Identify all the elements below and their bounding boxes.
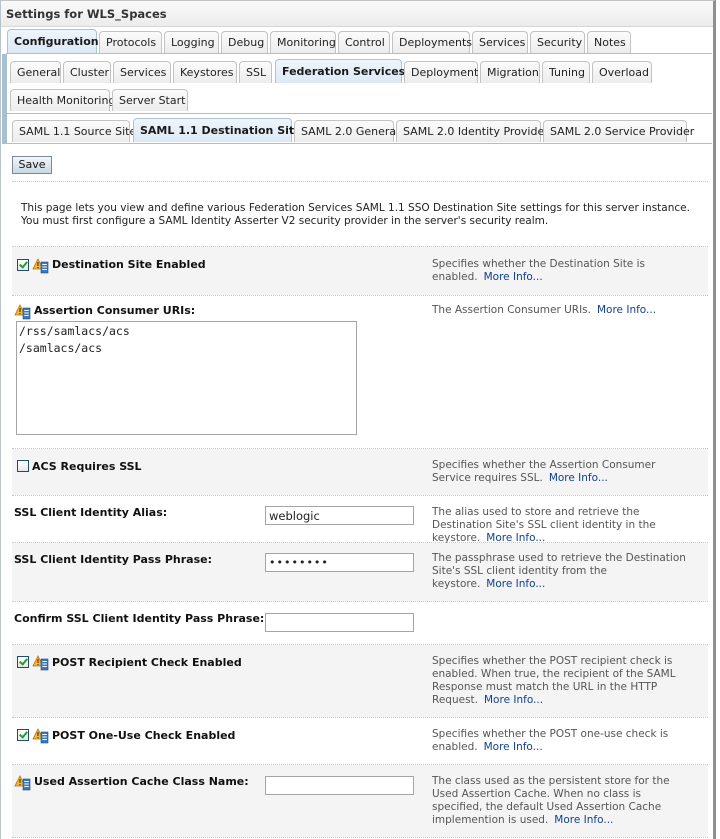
tab-saml20-service-provider[interactable]: SAML 2.0 Service Provider	[543, 120, 694, 142]
more-info-link[interactable]: More Info...	[597, 304, 656, 316]
tab-divider	[6, 53, 712, 54]
tab-saml20-identity-provider[interactable]: SAML 2.0 Identity Provider	[396, 120, 549, 142]
used-assertion-cache-input[interactable]	[265, 776, 414, 795]
destination-site-enabled-help: Specifies whether the Destination Site i…	[432, 258, 690, 284]
post-recipient-check-checkbox[interactable]	[17, 656, 29, 668]
post-one-use-check-checkbox[interactable]	[17, 729, 29, 741]
tab-notes[interactable]: Notes	[587, 31, 631, 53]
tab-tuning[interactable]: Tuning	[542, 61, 590, 83]
save-button[interactable]: Save	[12, 156, 52, 174]
divider	[12, 837, 708, 838]
used-assertion-cache-row: Used Assertion Cache Class Name: The cla…	[12, 765, 708, 837]
more-info-link[interactable]: More Info...	[484, 271, 543, 283]
help-text: Specifies whether the Assertion Consumer…	[432, 459, 656, 484]
confirm-pass-phrase-label: Confirm SSL Client Identity Pass Phrase:	[14, 612, 265, 625]
tab-saml11-destination-site[interactable]: SAML 1.1 Destination Site	[133, 118, 302, 142]
used-assertion-cache-label: Used Assertion Cache Class Name:	[34, 775, 249, 788]
assertion-consumer-uris-label: Assertion Consumer URIs:	[34, 304, 196, 317]
ssl-client-identity-pass-phrase-row: SSL Client Identity Pass Phrase: •••••••…	[12, 543, 708, 601]
tab-overload[interactable]: Overload	[592, 61, 652, 83]
restart-required-icon	[32, 258, 49, 274]
tab-migration[interactable]: Migration	[480, 61, 540, 83]
confirm-pass-phrase-row: Confirm SSL Client Identity Pass Phrase:	[12, 602, 708, 644]
ssl-client-identity-pass-phrase-label: SSL Client Identity Pass Phrase:	[14, 553, 212, 566]
tab-configuration[interactable]: Configuration	[7, 29, 99, 53]
tab-divider	[7, 113, 712, 114]
more-info-link[interactable]: More Info...	[549, 472, 608, 484]
tab-saml11-source-site[interactable]: SAML 1.1 Source Site	[12, 120, 136, 142]
restart-required-icon	[32, 728, 49, 744]
destination-site-enabled-label: Destination Site Enabled	[52, 258, 206, 271]
ssl-client-identity-alias-input[interactable]: weblogic	[265, 506, 414, 525]
tab-security[interactable]: Security	[530, 31, 585, 53]
tab-cluster[interactable]: Cluster	[63, 61, 111, 83]
tab-services[interactable]: Services	[472, 31, 528, 53]
tab-server-start[interactable]: Server Start	[112, 89, 188, 111]
restart-required-icon	[14, 775, 31, 791]
ssl-client-identity-alias-row: SSL Client Identity Alias: weblogic The …	[12, 496, 708, 545]
post-one-use-check-help: Specifies whether the POST one-use check…	[432, 728, 690, 754]
tab-saml20-general[interactable]: SAML 2.0 General	[294, 120, 399, 142]
page-title: Settings for WLS_Spaces	[6, 7, 167, 21]
post-recipient-check-row: POST Recipient Check Enabled Specifies w…	[12, 645, 708, 717]
post-recipient-check-help: Specifies whether the POST recipient che…	[432, 655, 690, 707]
tab-keystores[interactable]: Keystores	[173, 61, 237, 83]
divider	[12, 181, 708, 182]
destination-site-enabled-checkbox[interactable]	[17, 259, 29, 271]
tab-debug[interactable]: Debug	[221, 31, 268, 53]
assertion-consumer-uris-textarea[interactable]: /rss/samlacs/acs /samlacs/acs	[16, 321, 357, 435]
confirm-pass-phrase-input[interactable]	[265, 613, 414, 632]
ssl-client-identity-alias-help: The alias used to store and retrieve the…	[432, 506, 690, 545]
tab-health-monitoring[interactable]: Health Monitoring	[10, 89, 115, 111]
help-text: The class used as the persistent store f…	[432, 775, 670, 826]
acs-requires-ssl-checkbox[interactable]	[17, 460, 29, 472]
more-info-link[interactable]: More Info...	[484, 741, 543, 753]
tab-logging[interactable]: Logging	[164, 31, 219, 53]
tab-indicator-bar	[2, 54, 7, 144]
help-text: Specifies whether the POST recipient che…	[432, 655, 676, 706]
post-one-use-check-row: POST One-Use Check Enabled Specifies whe…	[12, 718, 708, 764]
acs-requires-ssl-row: ACS Requires SSL Specifies whether the A…	[12, 449, 708, 495]
post-recipient-check-label: POST Recipient Check Enabled	[52, 656, 242, 669]
tab-server-services[interactable]: Services	[113, 61, 171, 83]
more-info-link[interactable]: More Info...	[554, 814, 613, 826]
tab-ssl[interactable]: SSL	[239, 61, 272, 83]
assertion-consumer-uris-row: Assertion Consumer URIs: The Assertion C…	[12, 296, 708, 448]
tab-control[interactable]: Control	[338, 31, 390, 53]
acs-requires-ssl-help: Specifies whether the Assertion Consumer…	[432, 459, 690, 485]
tab-divider	[7, 143, 712, 144]
tab-general[interactable]: General	[10, 61, 61, 83]
help-text: The passphrase used to retrieve the Dest…	[432, 552, 686, 590]
used-assertion-cache-help: The class used as the persistent store f…	[432, 775, 690, 827]
tab-monitoring[interactable]: Monitoring	[270, 31, 336, 53]
restart-required-icon	[14, 304, 31, 320]
more-info-link[interactable]: More Info...	[486, 578, 545, 590]
help-text: The Assertion Consumer URIs.	[432, 304, 591, 316]
page-description: This page lets you view and define vario…	[21, 202, 690, 227]
more-info-link[interactable]: More Info...	[484, 694, 543, 706]
tab-protocols[interactable]: Protocols	[99, 31, 162, 53]
ssl-client-identity-alias-label: SSL Client Identity Alias:	[14, 506, 168, 519]
tab-deployment[interactable]: Deployment	[404, 61, 478, 83]
destination-site-enabled-row: Destination Site Enabled Specifies wheth…	[12, 247, 708, 295]
title-bar: Settings for WLS_Spaces	[1, 1, 713, 27]
help-text: Specifies whether the POST one-use check…	[432, 728, 669, 753]
assertion-consumer-uris-help: The Assertion Consumer URIs. More Info...	[432, 304, 690, 317]
acs-requires-ssl-label: ACS Requires SSL	[32, 460, 142, 473]
tab-deployments[interactable]: Deployments	[392, 31, 472, 53]
left-border	[0, 144, 1, 839]
post-one-use-check-label: POST One-Use Check Enabled	[52, 729, 236, 742]
ssl-client-identity-pass-phrase-help: The passphrase used to retrieve the Dest…	[432, 552, 690, 591]
restart-required-icon	[32, 655, 49, 671]
ssl-client-identity-pass-phrase-input[interactable]: ••••••••	[265, 553, 414, 572]
tab-federation-services[interactable]: Federation Services	[275, 59, 405, 83]
